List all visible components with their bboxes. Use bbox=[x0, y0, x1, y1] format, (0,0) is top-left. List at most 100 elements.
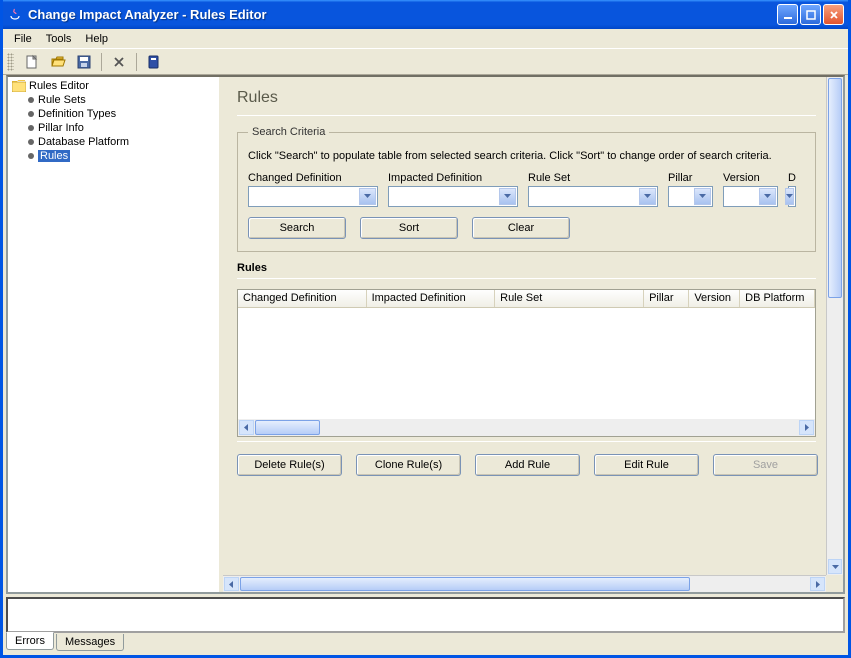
bottom-output-box bbox=[6, 597, 845, 633]
open-icon[interactable] bbox=[47, 51, 69, 73]
search-instruction: Click "Search" to populate table from se… bbox=[248, 150, 805, 162]
sidebar-item-label: Rule Sets bbox=[38, 94, 86, 106]
delete-rule-button[interactable]: Delete Rule(s) bbox=[237, 454, 342, 476]
search-field-d: D bbox=[788, 172, 796, 207]
field-label: Version bbox=[723, 172, 778, 184]
chevron-down-icon[interactable] bbox=[785, 188, 794, 205]
sidebar-item-label: Database Platform bbox=[38, 136, 129, 148]
sidebar-item-label: Rules bbox=[38, 150, 70, 162]
table-header-row: Changed DefinitionImpacted DefinitionRul… bbox=[238, 290, 815, 308]
chevron-down-icon[interactable] bbox=[359, 188, 376, 205]
scroll-right-icon[interactable] bbox=[799, 420, 814, 435]
scroll-corner bbox=[826, 575, 843, 592]
sidebar-item-definition-types[interactable]: Definition Types bbox=[26, 107, 217, 121]
column-header[interactable]: DB Platform bbox=[740, 290, 815, 307]
menubar: File Tools Help bbox=[3, 29, 848, 49]
bullet-icon bbox=[28, 139, 34, 145]
column-header[interactable]: Version bbox=[689, 290, 740, 307]
scroll-left-icon[interactable] bbox=[239, 420, 254, 435]
add-rule-button[interactable]: Add Rule bbox=[475, 454, 580, 476]
toolbar-separator bbox=[101, 53, 102, 71]
horizontal-scrollbar[interactable] bbox=[223, 575, 826, 592]
chevron-down-icon[interactable] bbox=[499, 188, 516, 205]
sidebar-item-rule-sets[interactable]: Rule Sets bbox=[26, 93, 217, 107]
close-button[interactable] bbox=[823, 4, 844, 25]
divider bbox=[237, 115, 816, 116]
minimize-button[interactable] bbox=[777, 4, 798, 25]
scroll-down-icon[interactable] bbox=[828, 559, 842, 574]
divider bbox=[237, 441, 816, 442]
scroll-thumb[interactable] bbox=[828, 78, 842, 298]
menu-file[interactable]: File bbox=[7, 31, 39, 47]
new-icon[interactable] bbox=[21, 51, 43, 73]
content-panel: Rules Search Criteria Click "Search" to … bbox=[223, 77, 843, 592]
sidebar-item-rules[interactable]: Rules bbox=[26, 149, 217, 163]
search-legend: Search Criteria bbox=[248, 126, 329, 138]
column-header[interactable]: Impacted Definition bbox=[367, 290, 496, 307]
sidebar-item-label: Definition Types bbox=[38, 108, 116, 120]
combobox[interactable] bbox=[788, 186, 796, 207]
bullet-icon bbox=[28, 125, 34, 131]
divider bbox=[237, 278, 816, 279]
scroll-right-icon[interactable] bbox=[810, 577, 825, 591]
window-title: Change Impact Analyzer - Rules Editor bbox=[28, 7, 777, 22]
search-field-rule-set: Rule Set bbox=[528, 172, 658, 207]
clear-button[interactable]: Clear bbox=[472, 217, 570, 239]
combobox[interactable] bbox=[723, 186, 778, 207]
table-horizontal-scrollbar[interactable] bbox=[238, 419, 815, 436]
field-label: Pillar bbox=[668, 172, 713, 184]
book-icon[interactable] bbox=[143, 51, 165, 73]
tab-messages[interactable]: Messages bbox=[56, 634, 124, 651]
menu-tools[interactable]: Tools bbox=[39, 31, 79, 47]
edit-rule-button[interactable]: Edit Rule bbox=[594, 454, 699, 476]
scroll-left-icon[interactable] bbox=[224, 577, 239, 591]
search-criteria-group: Search Criteria Click "Search" to popula… bbox=[237, 126, 816, 252]
field-label: Rule Set bbox=[528, 172, 658, 184]
scroll-thumb[interactable] bbox=[255, 420, 320, 435]
combobox[interactable] bbox=[668, 186, 713, 207]
toolbar-separator bbox=[136, 53, 137, 71]
save-icon[interactable] bbox=[73, 51, 95, 73]
maximize-button[interactable] bbox=[800, 4, 821, 25]
column-header[interactable]: Rule Set bbox=[495, 290, 644, 307]
toolbar bbox=[3, 49, 848, 75]
search-field-pillar: Pillar bbox=[668, 172, 713, 207]
folder-icon bbox=[12, 80, 26, 92]
combobox[interactable] bbox=[248, 186, 378, 207]
nav-root-label: Rules Editor bbox=[29, 80, 89, 92]
nav-root[interactable]: Rules Editor bbox=[10, 79, 217, 93]
sort-button[interactable]: Sort bbox=[360, 217, 458, 239]
rules-section-header: Rules bbox=[237, 262, 816, 274]
search-field-version: Version bbox=[723, 172, 778, 207]
combobox[interactable] bbox=[388, 186, 518, 207]
combobox[interactable] bbox=[528, 186, 658, 207]
chevron-down-icon[interactable] bbox=[759, 188, 776, 205]
delete-icon[interactable] bbox=[108, 51, 130, 73]
vertical-scrollbar[interactable] bbox=[826, 77, 843, 575]
bullet-icon bbox=[28, 153, 34, 159]
toolbar-grip bbox=[7, 53, 14, 71]
chevron-down-icon[interactable] bbox=[639, 188, 656, 205]
scroll-thumb[interactable] bbox=[240, 577, 690, 591]
search-field-impacted-definition: Impacted Definition bbox=[388, 172, 518, 207]
column-header[interactable]: Pillar bbox=[644, 290, 689, 307]
sidebar-item-label: Pillar Info bbox=[38, 122, 84, 134]
sidebar-item-database-platform[interactable]: Database Platform bbox=[26, 135, 217, 149]
field-label: Changed Definition bbox=[248, 172, 378, 184]
page-title: Rules bbox=[237, 89, 816, 107]
chevron-down-icon[interactable] bbox=[694, 188, 711, 205]
bottom-tabs: Errors Messages bbox=[6, 634, 845, 652]
bullet-icon bbox=[28, 97, 34, 103]
bottom-panel: Errors Messages bbox=[6, 597, 845, 652]
clone-rule-button[interactable]: Clone Rule(s) bbox=[356, 454, 461, 476]
column-header[interactable]: Changed Definition bbox=[238, 290, 367, 307]
field-label: Impacted Definition bbox=[388, 172, 518, 184]
client-area: Rules Editor Rule Sets Definition Types Pi… bbox=[6, 75, 845, 594]
save-button[interactable]: Save bbox=[713, 454, 818, 476]
tab-errors[interactable]: Errors bbox=[6, 632, 54, 650]
sidebar-item-pillar-info[interactable]: Pillar Info bbox=[26, 121, 217, 135]
rules-table: Changed DefinitionImpacted DefinitionRul… bbox=[237, 289, 816, 437]
search-button[interactable]: Search bbox=[248, 217, 346, 239]
search-field-changed-definition: Changed Definition bbox=[248, 172, 378, 207]
menu-help[interactable]: Help bbox=[78, 31, 115, 47]
